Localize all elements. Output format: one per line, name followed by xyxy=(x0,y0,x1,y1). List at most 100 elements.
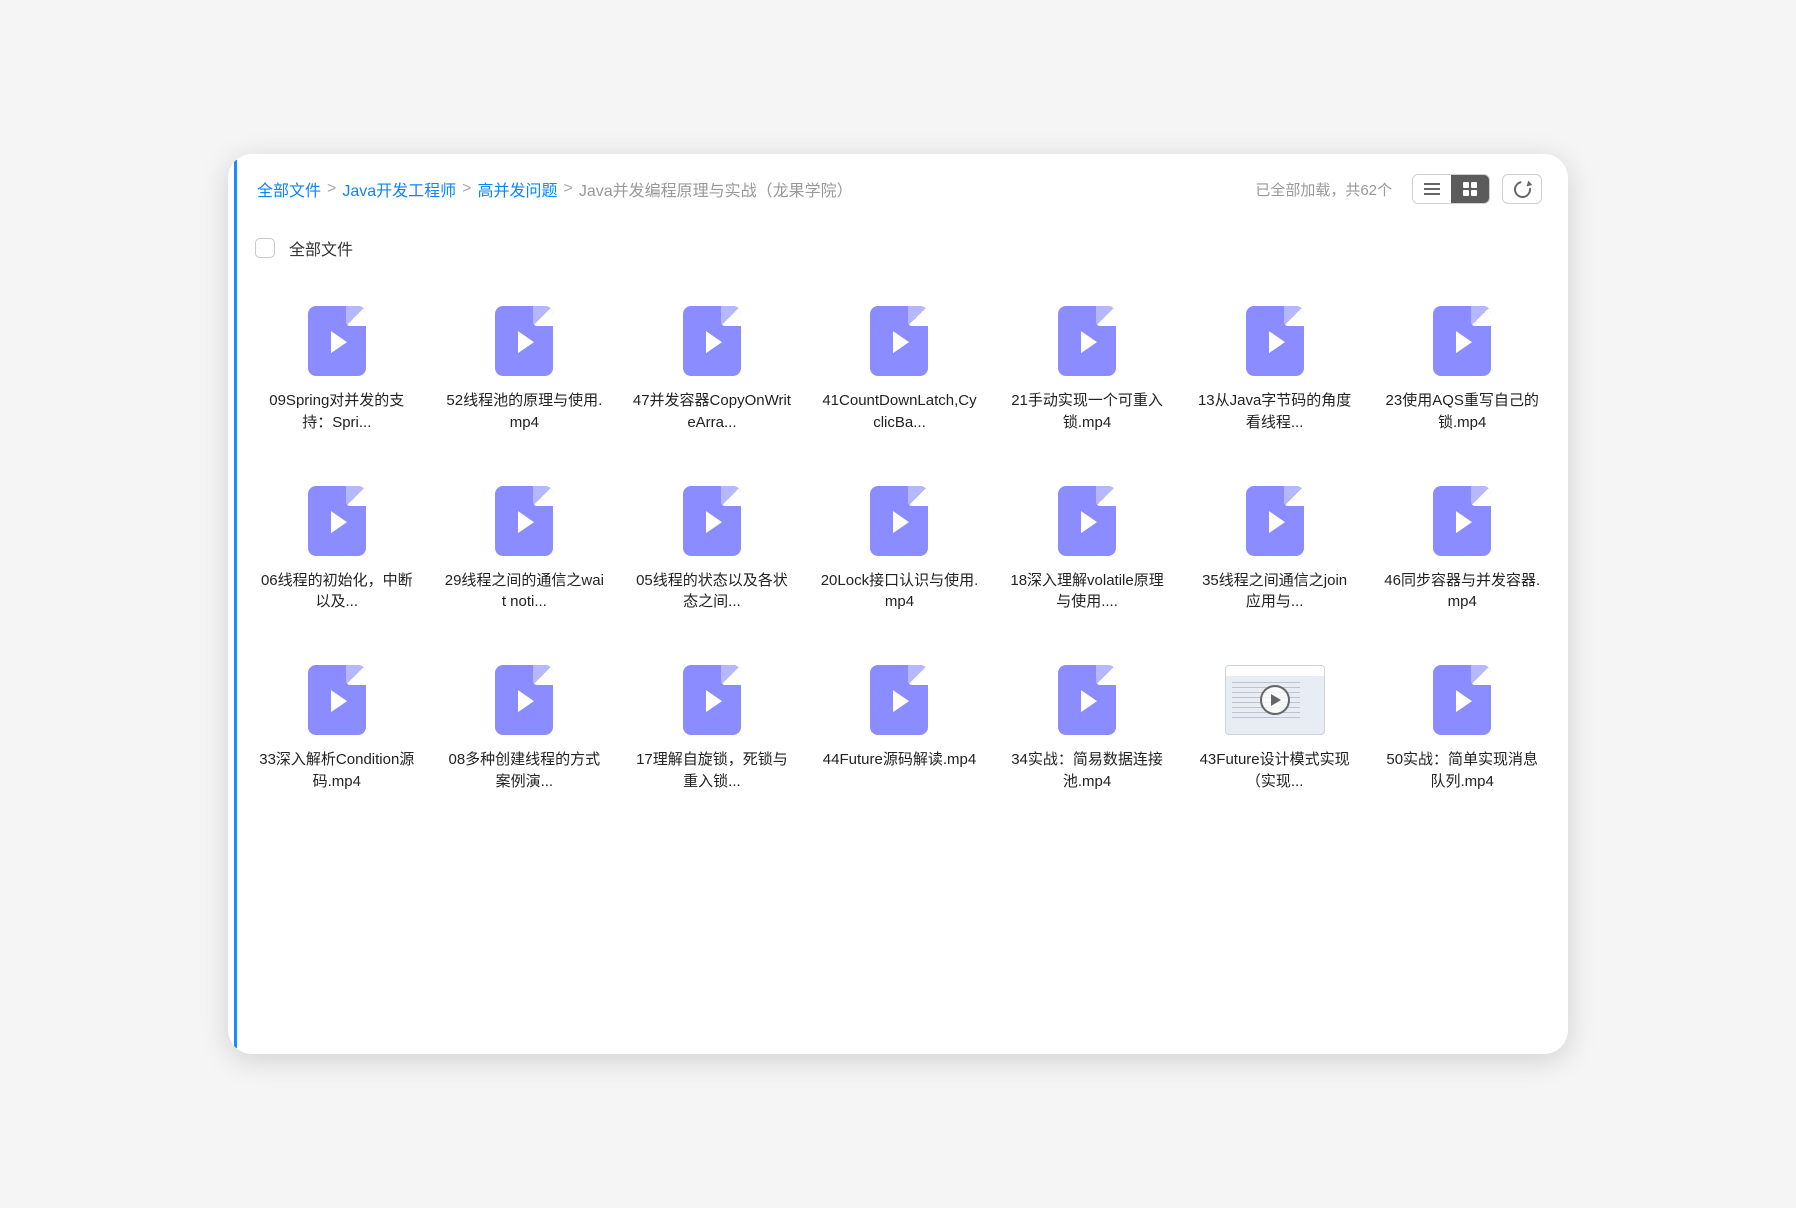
video-file-icon xyxy=(308,306,366,376)
file-name: 06线程的初始化，中断以及... xyxy=(257,570,417,614)
grid-icon xyxy=(1463,182,1477,196)
play-icon xyxy=(706,331,722,353)
video-file-icon xyxy=(1433,665,1491,735)
file-item[interactable]: 47并发容器CopyOnWriteArra... xyxy=(622,278,802,450)
file-name: 21手动实现一个可重入锁.mp4 xyxy=(1007,390,1167,434)
grid-view-button[interactable] xyxy=(1451,175,1489,203)
file-item[interactable]: 29线程之间的通信之wait noti... xyxy=(435,458,615,630)
play-icon xyxy=(1081,690,1097,712)
video-file-icon xyxy=(1058,306,1116,376)
play-icon xyxy=(331,690,347,712)
video-file-icon xyxy=(870,486,928,556)
video-file-icon xyxy=(683,306,741,376)
play-icon xyxy=(893,331,909,353)
video-file-icon xyxy=(308,486,366,556)
play-icon xyxy=(331,511,347,533)
play-icon xyxy=(1260,685,1290,715)
breadcrumb-current: Java并发编程原理与实战（龙果学院） xyxy=(579,177,853,201)
file-item[interactable]: 50实战：简单实现消息队列.mp4 xyxy=(1372,637,1552,809)
file-name: 17理解自旋锁，死锁与重入锁... xyxy=(632,749,792,793)
load-status: 已全部加载，共62个 xyxy=(1255,179,1392,200)
file-item[interactable]: 20Lock接口认识与使用.mp4 xyxy=(810,458,990,630)
video-file-icon xyxy=(495,306,553,376)
file-name: 46同步容器与并发容器.mp4 xyxy=(1382,570,1542,614)
play-icon xyxy=(1456,331,1472,353)
files-grid: 09Spring对并发的支持：Spri... 52线程池的原理与使用.mp4 47并… xyxy=(237,268,1562,1048)
play-icon xyxy=(893,690,909,712)
file-name: 44Future源码解读.mp4 xyxy=(819,749,979,771)
file-item[interactable]: 46同步容器与并发容器.mp4 xyxy=(1372,458,1552,630)
refresh-icon xyxy=(1510,177,1534,201)
video-file-icon xyxy=(308,665,366,735)
play-icon xyxy=(1269,331,1285,353)
file-name: 52线程池的原理与使用.mp4 xyxy=(444,390,604,434)
file-name: 23使用AQS重写自己的锁.mp4 xyxy=(1382,390,1542,434)
play-icon xyxy=(1456,511,1472,533)
file-item[interactable]: 43Future设计模式实现（实现... xyxy=(1185,637,1365,809)
play-icon xyxy=(1456,690,1472,712)
refresh-button[interactable] xyxy=(1502,174,1542,204)
file-name: 50实战：简单实现消息队列.mp4 xyxy=(1382,749,1542,793)
file-item[interactable]: 23使用AQS重写自己的锁.mp4 xyxy=(1372,278,1552,450)
file-item[interactable]: 09Spring对并发的支持：Spri... xyxy=(247,278,427,450)
play-icon xyxy=(1269,511,1285,533)
file-name: 20Lock接口认识与使用.mp4 xyxy=(819,570,979,614)
breadcrumb-link[interactable]: 全部文件 xyxy=(257,177,321,201)
play-icon xyxy=(893,511,909,533)
content-pane: 全部文件 > Java开发工程师 > 高并发问题 > Java并发编程原理与实战（龙果学院）… xyxy=(234,160,1562,1048)
file-item[interactable]: 13从Java字节码的角度看线程... xyxy=(1185,278,1365,450)
play-icon xyxy=(1081,331,1097,353)
breadcrumb-link[interactable]: 高并发问题 xyxy=(478,177,558,201)
video-file-icon xyxy=(1058,665,1116,735)
file-name: 47并发容器CopyOnWriteArra... xyxy=(632,390,792,434)
select-all-label: 全部文件 xyxy=(289,236,353,260)
file-item[interactable]: 18深入理解volatile原理与使用.... xyxy=(997,458,1177,630)
video-file-icon xyxy=(1433,306,1491,376)
breadcrumb-link[interactable]: Java开发工程师 xyxy=(342,177,456,201)
list-icon xyxy=(1424,183,1440,195)
file-name: 29线程之间的通信之wait noti... xyxy=(444,570,604,614)
file-item[interactable]: 44Future源码解读.mp4 xyxy=(810,637,990,809)
file-item[interactable]: 17理解自旋锁，死锁与重入锁... xyxy=(622,637,802,809)
video-thumbnail xyxy=(1225,665,1325,735)
file-name: 09Spring对并发的支持：Spri... xyxy=(257,390,417,434)
select-all-checkbox[interactable] xyxy=(255,238,275,258)
file-name: 18深入理解volatile原理与使用.... xyxy=(1007,570,1167,614)
file-item[interactable]: 08多种创建线程的方式案例演... xyxy=(435,637,615,809)
video-file-icon xyxy=(870,665,928,735)
video-file-icon xyxy=(683,665,741,735)
view-toggle xyxy=(1412,174,1490,204)
breadcrumb: 全部文件 > Java开发工程师 > 高并发问题 > Java并发编程原理与实战（龙果学院） xyxy=(257,177,1243,201)
file-name: 41CountDownLatch,CyclicBa... xyxy=(819,390,979,434)
file-name: 34实战：简易数据连接池.mp4 xyxy=(1007,749,1167,793)
file-name: 13从Java字节码的角度看线程... xyxy=(1195,390,1355,434)
list-view-button[interactable] xyxy=(1413,175,1451,203)
select-all-row: 全部文件 xyxy=(237,214,1562,268)
file-item[interactable]: 34实战：简易数据连接池.mp4 xyxy=(997,637,1177,809)
breadcrumb-separator: > xyxy=(462,180,471,198)
app-window: 全部文件 > Java开发工程师 > 高并发问题 > Java并发编程原理与实战（龙果学院）… xyxy=(228,154,1568,1054)
file-item[interactable]: 06线程的初始化，中断以及... xyxy=(247,458,427,630)
video-file-icon xyxy=(495,486,553,556)
video-file-icon xyxy=(1433,486,1491,556)
file-name: 05线程的状态以及各状态之间... xyxy=(632,570,792,614)
file-item[interactable]: 35线程之间通信之join应用与... xyxy=(1185,458,1365,630)
video-file-icon xyxy=(870,306,928,376)
play-icon xyxy=(706,690,722,712)
play-icon xyxy=(1081,511,1097,533)
video-file-icon xyxy=(1058,486,1116,556)
header-bar: 全部文件 > Java开发工程师 > 高并发问题 > Java并发编程原理与实战（龙果学院）… xyxy=(237,160,1562,214)
file-item[interactable]: 21手动实现一个可重入锁.mp4 xyxy=(997,278,1177,450)
file-item[interactable]: 33深入解析Condition源码.mp4 xyxy=(247,637,427,809)
breadcrumb-separator: > xyxy=(564,180,573,198)
file-item[interactable]: 05线程的状态以及各状态之间... xyxy=(622,458,802,630)
file-name: 43Future设计模式实现（实现... xyxy=(1195,749,1355,793)
file-item[interactable]: 52线程池的原理与使用.mp4 xyxy=(435,278,615,450)
play-icon xyxy=(706,511,722,533)
video-file-icon xyxy=(495,665,553,735)
file-name: 35线程之间通信之join应用与... xyxy=(1195,570,1355,614)
file-item[interactable]: 41CountDownLatch,CyclicBa... xyxy=(810,278,990,450)
video-file-icon xyxy=(683,486,741,556)
play-icon xyxy=(331,331,347,353)
breadcrumb-separator: > xyxy=(327,180,336,198)
